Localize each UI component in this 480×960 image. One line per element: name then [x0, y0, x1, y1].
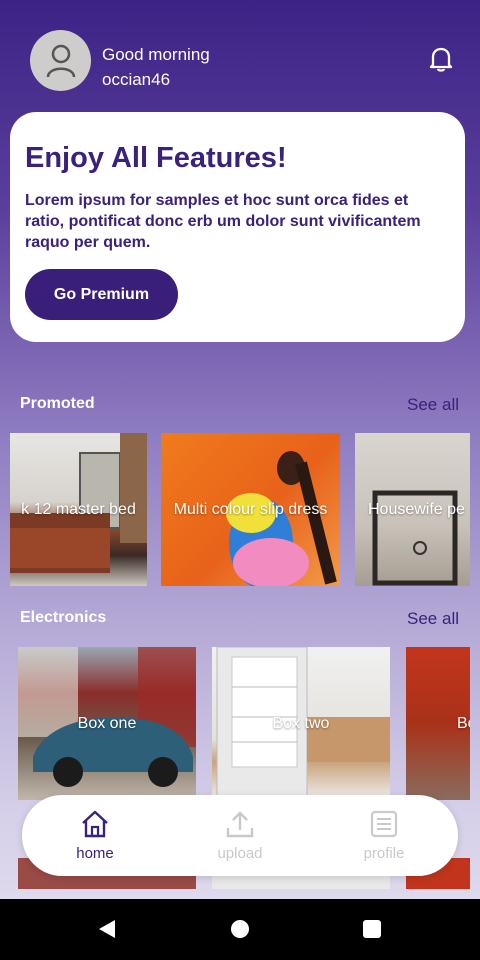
nav-profile-label: profile	[363, 845, 405, 862]
user-icon	[46, 44, 75, 77]
electronics-item[interactable]: Box one	[18, 647, 196, 800]
header: Good morning occian46	[0, 0, 480, 110]
see-all-electronics-link[interactable]: See all	[407, 609, 459, 629]
upload-icon	[226, 811, 254, 838]
nav-home[interactable]: home	[50, 809, 140, 862]
avatar[interactable]	[30, 30, 91, 91]
premium-promo-card: Enjoy All Features! Lorem ipsum for samp…	[10, 112, 465, 342]
system-navigation-bar	[0, 899, 480, 960]
promoted-item[interactable]: Housewife pe	[355, 433, 470, 586]
home-icon	[82, 810, 108, 838]
notification-button[interactable]	[426, 44, 456, 74]
greeting-block: Good morning occian46	[102, 42, 210, 92]
promo-text: Lorem ipsum for samples et hoc sunt orca…	[25, 192, 421, 251]
electronics-item[interactable]: Box two	[212, 647, 390, 800]
promoted-item-label: Housewife pe	[368, 500, 465, 518]
recents-icon[interactable]	[361, 918, 383, 940]
bottom-navigation: home upload profile	[22, 795, 458, 876]
electronics-item-label: Box one	[77, 714, 137, 732]
home-circle-icon[interactable]	[229, 918, 251, 940]
nav-home-label: home	[76, 845, 114, 862]
go-premium-button[interactable]: Go Premium	[25, 269, 178, 320]
section-title-electronics: Electronics	[20, 609, 107, 626]
promoted-item[interactable]: k 12 master bed	[10, 433, 147, 586]
electronics-item[interactable]: Bo	[406, 647, 470, 800]
nav-upload[interactable]: upload	[195, 809, 285, 862]
list-icon	[370, 810, 398, 838]
bell-icon	[429, 47, 453, 72]
promo-title: Enjoy All Features!	[25, 142, 287, 174]
electronics-item-label: Box two	[272, 714, 330, 732]
greeting-text: Good morning	[102, 45, 210, 64]
promoted-item-label: k 12 master bed	[21, 500, 136, 518]
nav-profile[interactable]: profile	[339, 809, 429, 862]
electronics-item-label: Bo	[457, 714, 470, 732]
username-text: occian46	[102, 70, 171, 89]
back-icon[interactable]	[95, 917, 119, 941]
section-title-promoted: Promoted	[20, 395, 95, 412]
promoted-item[interactable]: Multi colour slip dress	[161, 433, 340, 586]
see-all-promoted-link[interactable]: See all	[407, 395, 459, 415]
promoted-item-label: Multi colour slip dress	[173, 500, 328, 518]
nav-upload-label: upload	[217, 845, 263, 862]
